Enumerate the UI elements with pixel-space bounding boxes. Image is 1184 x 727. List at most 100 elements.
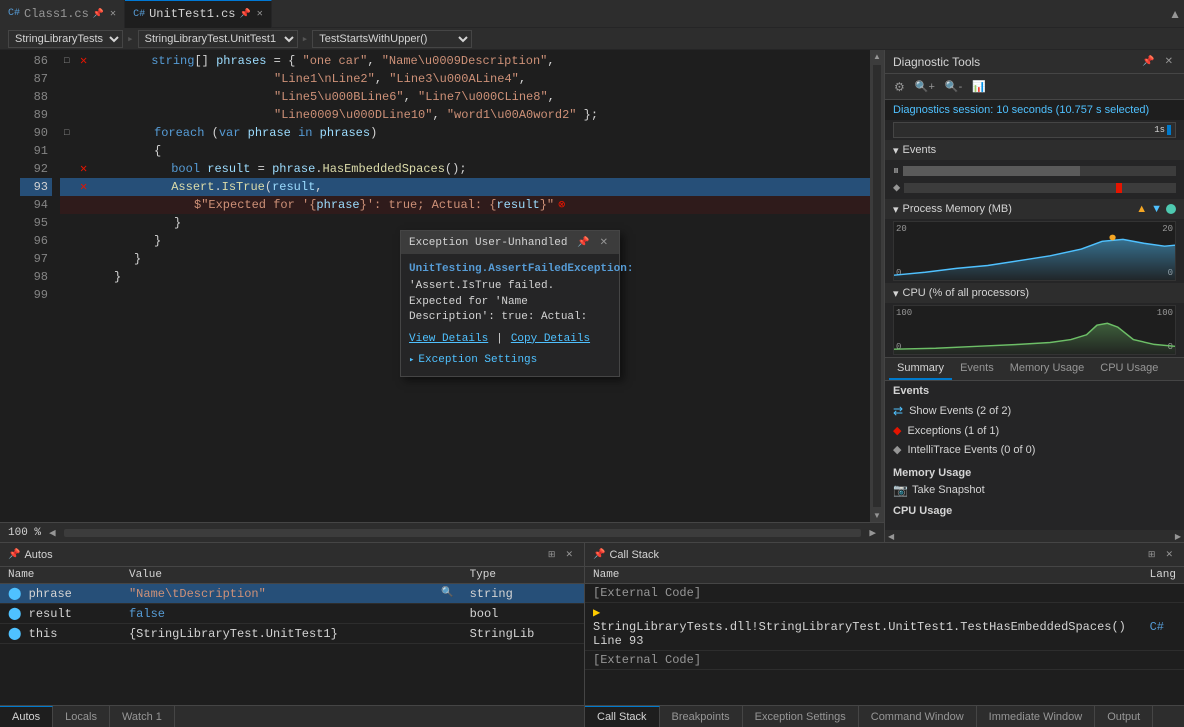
red-diamond-icon: ◆ (893, 424, 901, 437)
diagnostic-tabs: Summary Events Memory Usage CPU Usage (885, 357, 1184, 381)
memory-usage-heading: Memory Usage (893, 467, 1176, 479)
nav-separator1: ▸ (127, 32, 134, 46)
scroll-down-btn[interactable]: ▼ (871, 509, 883, 522)
callstack-float-btn[interactable]: ⊞ (1145, 547, 1159, 562)
tab-unittest1[interactable]: C# UnitTest1.cs 📌 ✕ (125, 0, 272, 28)
autos-pin[interactable]: 📌 (8, 549, 20, 561)
diag-scroll-right[interactable]: ▶ (1172, 530, 1184, 543)
tab-pin-unittest1: 📌 (240, 9, 251, 19)
exception-close-btn[interactable]: ✕ (597, 235, 611, 250)
diag-tab-memory[interactable]: Memory Usage (1002, 358, 1093, 380)
class-dropdown[interactable]: StringLibraryTests (8, 30, 123, 48)
zoom-increase[interactable]: ▶ (869, 526, 876, 540)
exception-popup: Exception User-Unhandled 📌 ✕ UnitTesting… (400, 230, 620, 377)
callstack-tabs: Call Stack Breakpoints Exception Setting… (585, 705, 1184, 727)
events-chart: ⏸ ◆ (885, 160, 1184, 199)
autos-name-this: ⬤ this (0, 624, 121, 644)
memory-section-header[interactable]: ▾ Process Memory (MB) ▲ ▼ (885, 199, 1184, 219)
table-row[interactable]: ⬤ phrase "Name\tDescription" 🔍 string (0, 584, 584, 604)
tab-callstack[interactable]: Call Stack (585, 706, 660, 727)
tab-bar: C# Class1.cs 📌 ✕ C# UnitTest1.cs 📌 ✕ ▲ (0, 0, 1184, 28)
diag-close-btn[interactable]: ✕ (1162, 54, 1176, 69)
events-section-header[interactable]: ▾ Events (885, 140, 1184, 160)
tab-immediate-window[interactable]: Immediate Window (977, 706, 1096, 727)
code-line-93: ✕ Assert.IsTrue(result, (60, 178, 870, 196)
timeline-area: 1s (893, 122, 1176, 138)
value-search-icon[interactable]: 🔍 (441, 587, 453, 599)
tab-class1[interactable]: C# Class1.cs 📌 ✕ (0, 0, 125, 28)
tab-close-class1[interactable]: ✕ (110, 8, 116, 20)
member-dropdown[interactable]: StringLibraryTest.UnitTest1 (138, 30, 298, 48)
event-exceptions[interactable]: ◆ Exceptions (1 of 1) (893, 421, 1176, 440)
autos-type-this: StringLib (462, 624, 584, 644)
diag-zoom-in-btn[interactable]: 🔍+ (912, 78, 938, 95)
event-intellitrace[interactable]: ◆ IntelliTrace Events (0 of 0) (893, 440, 1176, 459)
diag-scroll-left[interactable]: ◀ (885, 530, 897, 543)
memory-icon-orange: ▲ (1136, 203, 1147, 215)
tab-exception-settings[interactable]: Exception Settings (743, 706, 859, 727)
diag-zoom-out-btn[interactable]: 🔍- (942, 78, 965, 95)
diag-pin-btn[interactable]: 📌 (1139, 54, 1157, 69)
cs-lang-1 (1142, 584, 1184, 603)
autos-float-btn[interactable]: ⊞ (545, 547, 559, 562)
autos-panel: 📌 Autos ⊞ ✕ Name Value Type (0, 543, 585, 727)
events-title: Events (903, 144, 937, 156)
tab-watch1[interactable]: Watch 1 (110, 706, 175, 727)
callstack-table-area: Name Lang [External Code] ▶ StringLi (585, 567, 1184, 705)
tab-locals[interactable]: Locals (53, 706, 110, 727)
diag-tab-events[interactable]: Events (952, 358, 1002, 380)
event-show-events[interactable]: ⇄ Show Events (2 of 2) (893, 401, 1176, 421)
cpu-section-header[interactable]: ▾ CPU (% of all processors) (885, 283, 1184, 303)
cs-col-lang: Lang (1142, 567, 1184, 584)
tab-autos[interactable]: Autos (0, 706, 53, 727)
exception-body: UnitTesting.AssertFailedException: 'Asse… (401, 254, 619, 376)
editor-scrollbar[interactable]: ▲ ▼ (870, 50, 884, 522)
table-row[interactable]: ⬤ result false bool (0, 604, 584, 624)
diamond-icon-1: ◆ (893, 180, 900, 195)
table-row[interactable]: ⬤ this {StringLibraryTest.UnitTest1} Str… (0, 624, 584, 644)
tab-pin-class1: 📌 (93, 9, 104, 19)
copy-details-link[interactable]: Copy Details (511, 332, 590, 347)
view-details-link[interactable]: View Details (409, 332, 488, 347)
autos-close-btn[interactable]: ✕ (562, 547, 576, 562)
code-line-90: □ foreach (var phrase in phrases) (60, 124, 870, 142)
scroll-up-btn[interactable]: ▲ (871, 50, 883, 63)
cs-main-method: ▶ StringLibraryTests.dll!StringLibraryTe… (585, 603, 1142, 651)
memory-arrow: ▾ (893, 203, 899, 216)
autos-type-phrase: string (462, 584, 584, 604)
callstack-close-btn[interactable]: ✕ (1162, 547, 1176, 562)
method-dropdown[interactable]: TestStartsWithUpper() (312, 30, 472, 48)
tab-close-unittest1[interactable]: ✕ (257, 8, 263, 20)
editor-nav: StringLibraryTests ▸ StringLibraryTest.U… (0, 28, 1184, 50)
diag-tab-cpu[interactable]: CPU Usage (1092, 358, 1166, 380)
table-row[interactable]: ▶ StringLibraryTests.dll!StringLibraryTe… (585, 603, 1184, 651)
table-row[interactable]: [External Code] (585, 584, 1184, 603)
tab-icon-class1: C# (8, 8, 20, 19)
editor-scroll-up[interactable]: ▲ (1166, 5, 1184, 23)
cpu-arrow: ▾ (893, 287, 899, 300)
diag-gear-btn[interactable]: ⚙ (891, 78, 908, 96)
camera-icon: 📷 (893, 483, 908, 497)
settings-chevron: ▸ (409, 354, 414, 367)
zoom-decrease[interactable]: ◀ (49, 526, 56, 540)
tab-output[interactable]: Output (1095, 706, 1153, 727)
code-content[interactable]: □ ✕ string[] phrases = { "one car", "Nam… (60, 50, 870, 522)
cs-lang-3 (1142, 651, 1184, 670)
exception-pin-btn[interactable]: 📌 (574, 235, 592, 250)
autos-tabs: Autos Locals Watch 1 (0, 705, 584, 727)
exception-settings-toggle[interactable]: ▸ Exception Settings (409, 353, 611, 368)
cpu-title: CPU (% of all processors) (903, 287, 1030, 299)
callstack-pin[interactable]: 📌 (593, 549, 605, 561)
tab-command-window[interactable]: Command Window (859, 706, 977, 727)
diagnostic-title: Diagnostic Tools (893, 55, 980, 69)
table-row[interactable]: [External Code] (585, 651, 1184, 670)
autos-name-result: ⬤ result (0, 604, 121, 624)
take-snapshot-btn[interactable]: 📷 Take Snapshot (893, 483, 1176, 497)
diag-tab-summary[interactable]: Summary (889, 358, 952, 380)
autos-panel-header: 📌 Autos ⊞ ✕ (0, 543, 584, 567)
h-scrollbar[interactable] (64, 529, 862, 537)
code-editor: 86 87 88 89 90 91 92 93 94 95 96 97 98 9… (0, 50, 884, 542)
tab-breakpoints[interactable]: Breakpoints (660, 706, 743, 727)
diag-chart-btn[interactable]: 📊 (969, 78, 989, 95)
code-line-87: "Line1\nLine2", "Line3\u000ALine4", (60, 70, 870, 88)
